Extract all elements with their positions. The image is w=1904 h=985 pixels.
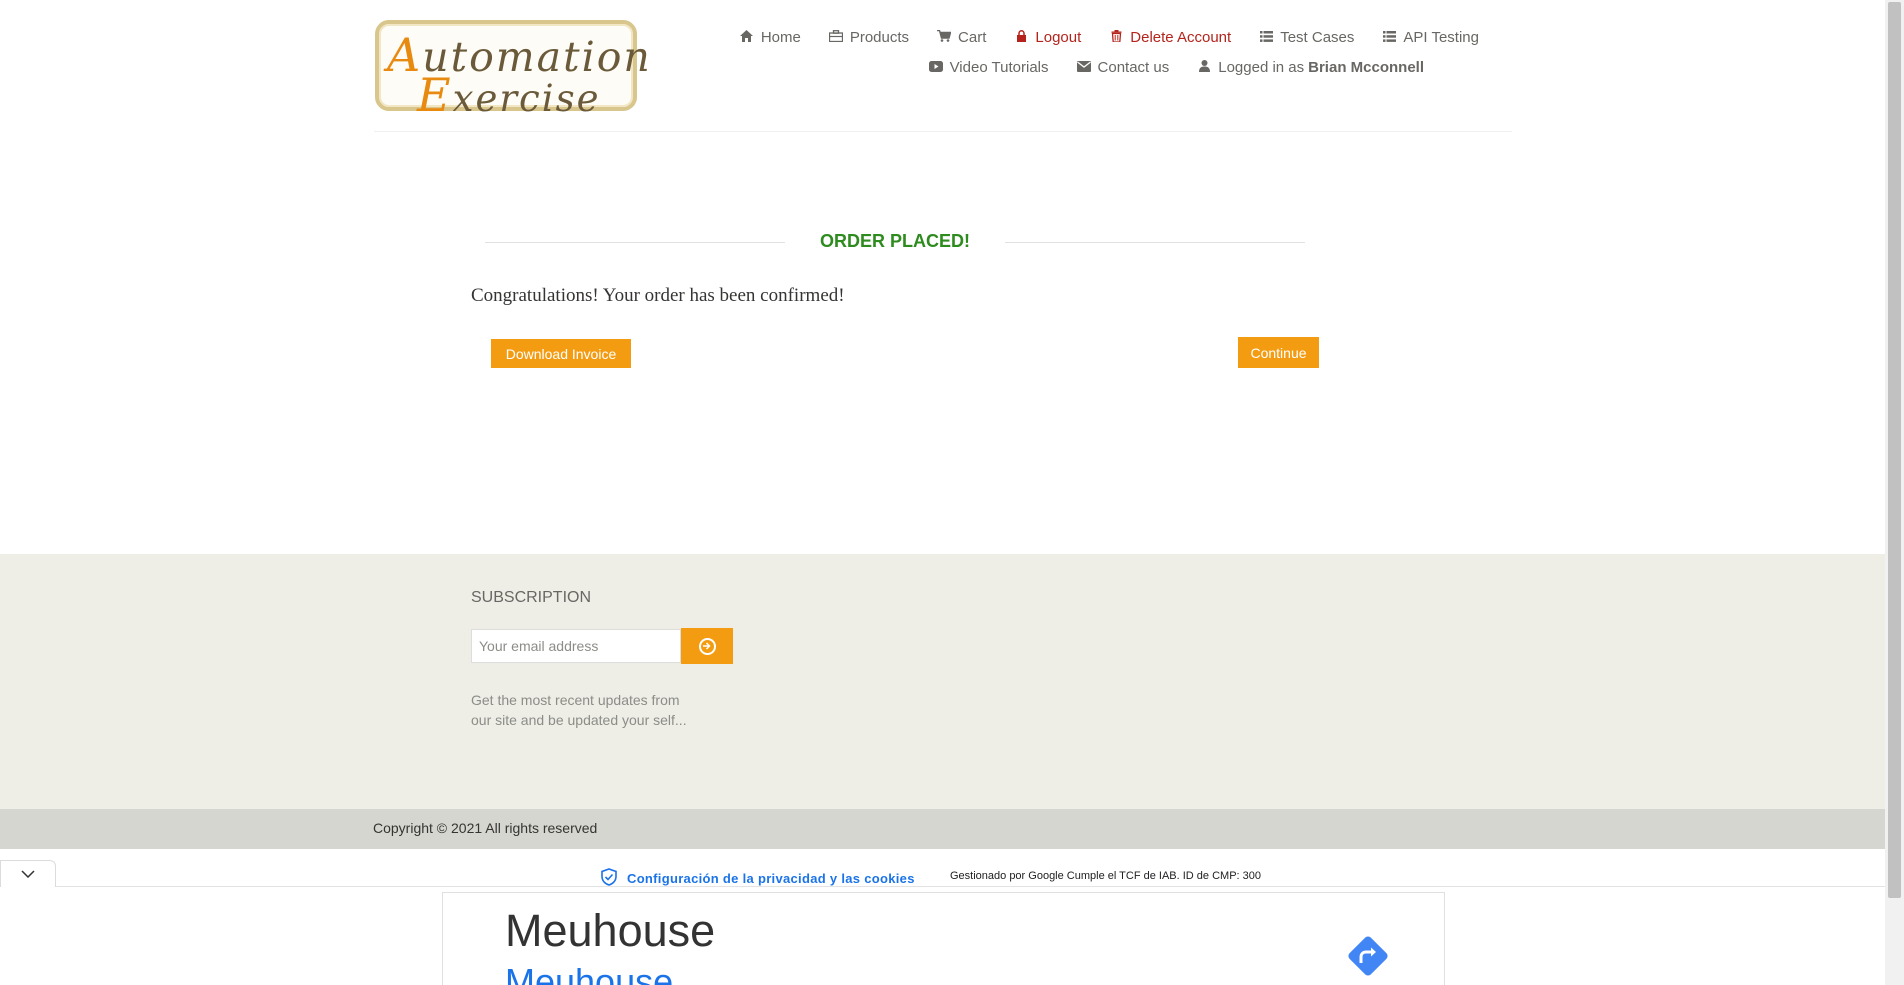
footer-bottom: Copyright © 2021 All rights reserved xyxy=(0,809,1885,849)
nav-video-tutorials-label: Video Tutorials xyxy=(949,59,1049,76)
collapse-ad-tab[interactable] xyxy=(0,860,56,887)
scrollbar-thumb[interactable] xyxy=(1888,2,1901,898)
footer-subscription-area: SUBSCRIPTION Get the most recent updates… xyxy=(0,554,1885,809)
subscription-email-input[interactable] xyxy=(471,629,681,663)
logo-letter-e: E xyxy=(417,68,453,122)
nav-home-label: Home xyxy=(760,29,801,46)
nav-home[interactable]: Home xyxy=(740,29,801,46)
nav-logged-in-as: Logged in as Brian Mcconnell xyxy=(1197,59,1424,76)
arrow-circle-right-icon xyxy=(698,637,716,655)
privacy-settings-link[interactable]: Configuración de la privacidad y las coo… xyxy=(601,868,915,889)
privacy-settings-label: Configuración de la privacidad y las coo… xyxy=(627,871,915,886)
site-header: Automation Exercise Home Products Cart L… xyxy=(0,0,1885,135)
envelope-icon xyxy=(1076,60,1091,75)
user-icon xyxy=(1197,60,1211,75)
header-divider xyxy=(374,131,1512,132)
home-icon xyxy=(740,30,754,45)
copyright-text: Copyright © 2021 All rights reserved xyxy=(373,820,598,836)
list-icon xyxy=(1259,30,1273,45)
site-logo[interactable]: Automation Exercise xyxy=(375,20,650,122)
shield-check-icon xyxy=(601,868,627,889)
nav-video-tutorials[interactable]: Video Tutorials xyxy=(928,59,1049,76)
main-nav-row-1: Home Products Cart Logout Delete Account xyxy=(712,29,1479,46)
advertisement-banner[interactable]: Meuhouse Meuhouse xyxy=(442,892,1445,985)
briefcase-icon xyxy=(828,30,843,45)
download-invoice-button[interactable]: Download Invoice xyxy=(491,339,631,368)
logged-in-username: Brian Mcconnell xyxy=(1308,59,1424,76)
lock-icon xyxy=(1014,30,1028,45)
list-icon xyxy=(1382,30,1396,45)
chevron-down-icon xyxy=(21,865,35,883)
nav-contact-us-label: Contact us xyxy=(1097,59,1170,76)
nav-test-cases-label: Test Cases xyxy=(1280,29,1355,46)
nav-delete-account[interactable]: Delete Account xyxy=(1109,29,1231,46)
nav-logout-label: Logout xyxy=(1035,29,1082,46)
privacy-bar-divider xyxy=(56,886,1885,887)
cart-icon xyxy=(937,29,952,45)
page-scrollbar[interactable] xyxy=(1885,0,1904,985)
nav-products[interactable]: Products xyxy=(828,29,910,46)
subscription-description: Get the most recent updates from our sit… xyxy=(471,692,687,728)
continue-button[interactable]: Continue xyxy=(1238,337,1319,368)
subscription-title: SUBSCRIPTION xyxy=(471,589,592,606)
nav-api-testing[interactable]: API Testing xyxy=(1382,29,1479,46)
nav-cart-label: Cart xyxy=(958,29,987,46)
logged-in-label: Logged in as xyxy=(1218,59,1305,76)
nav-contact-us[interactable]: Contact us xyxy=(1076,59,1170,76)
title-divider-right xyxy=(1005,242,1305,243)
logo-text-exercise: xercise xyxy=(452,77,601,120)
ad-subtitle[interactable]: Meuhouse xyxy=(505,961,673,985)
nav-products-label: Products xyxy=(849,29,910,46)
nav-test-cases[interactable]: Test Cases xyxy=(1259,29,1354,46)
directions-icon[interactable] xyxy=(1343,931,1393,985)
order-confirmation-message: Congratulations! Your order has been con… xyxy=(471,285,845,306)
trash-icon xyxy=(1109,30,1123,45)
video-icon xyxy=(928,60,943,75)
order-title-section: ORDER PLACED! xyxy=(485,228,1305,258)
nav-cart[interactable]: Cart xyxy=(937,29,986,46)
nav-api-testing-label: API Testing xyxy=(1403,29,1479,46)
nav-logout[interactable]: Logout xyxy=(1014,29,1081,46)
ad-title: Meuhouse xyxy=(505,905,716,956)
nav-delete-account-label: Delete Account xyxy=(1130,29,1232,46)
subscribe-button[interactable] xyxy=(681,628,733,664)
privacy-managed-note: Gestionado por Google Cumple el TCF de I… xyxy=(950,870,1262,882)
privacy-consent-bar: Configuración de la privacidad y las coo… xyxy=(0,849,1885,891)
main-nav-row-2: Video Tutorials Contact us Logged in as … xyxy=(901,59,1424,76)
